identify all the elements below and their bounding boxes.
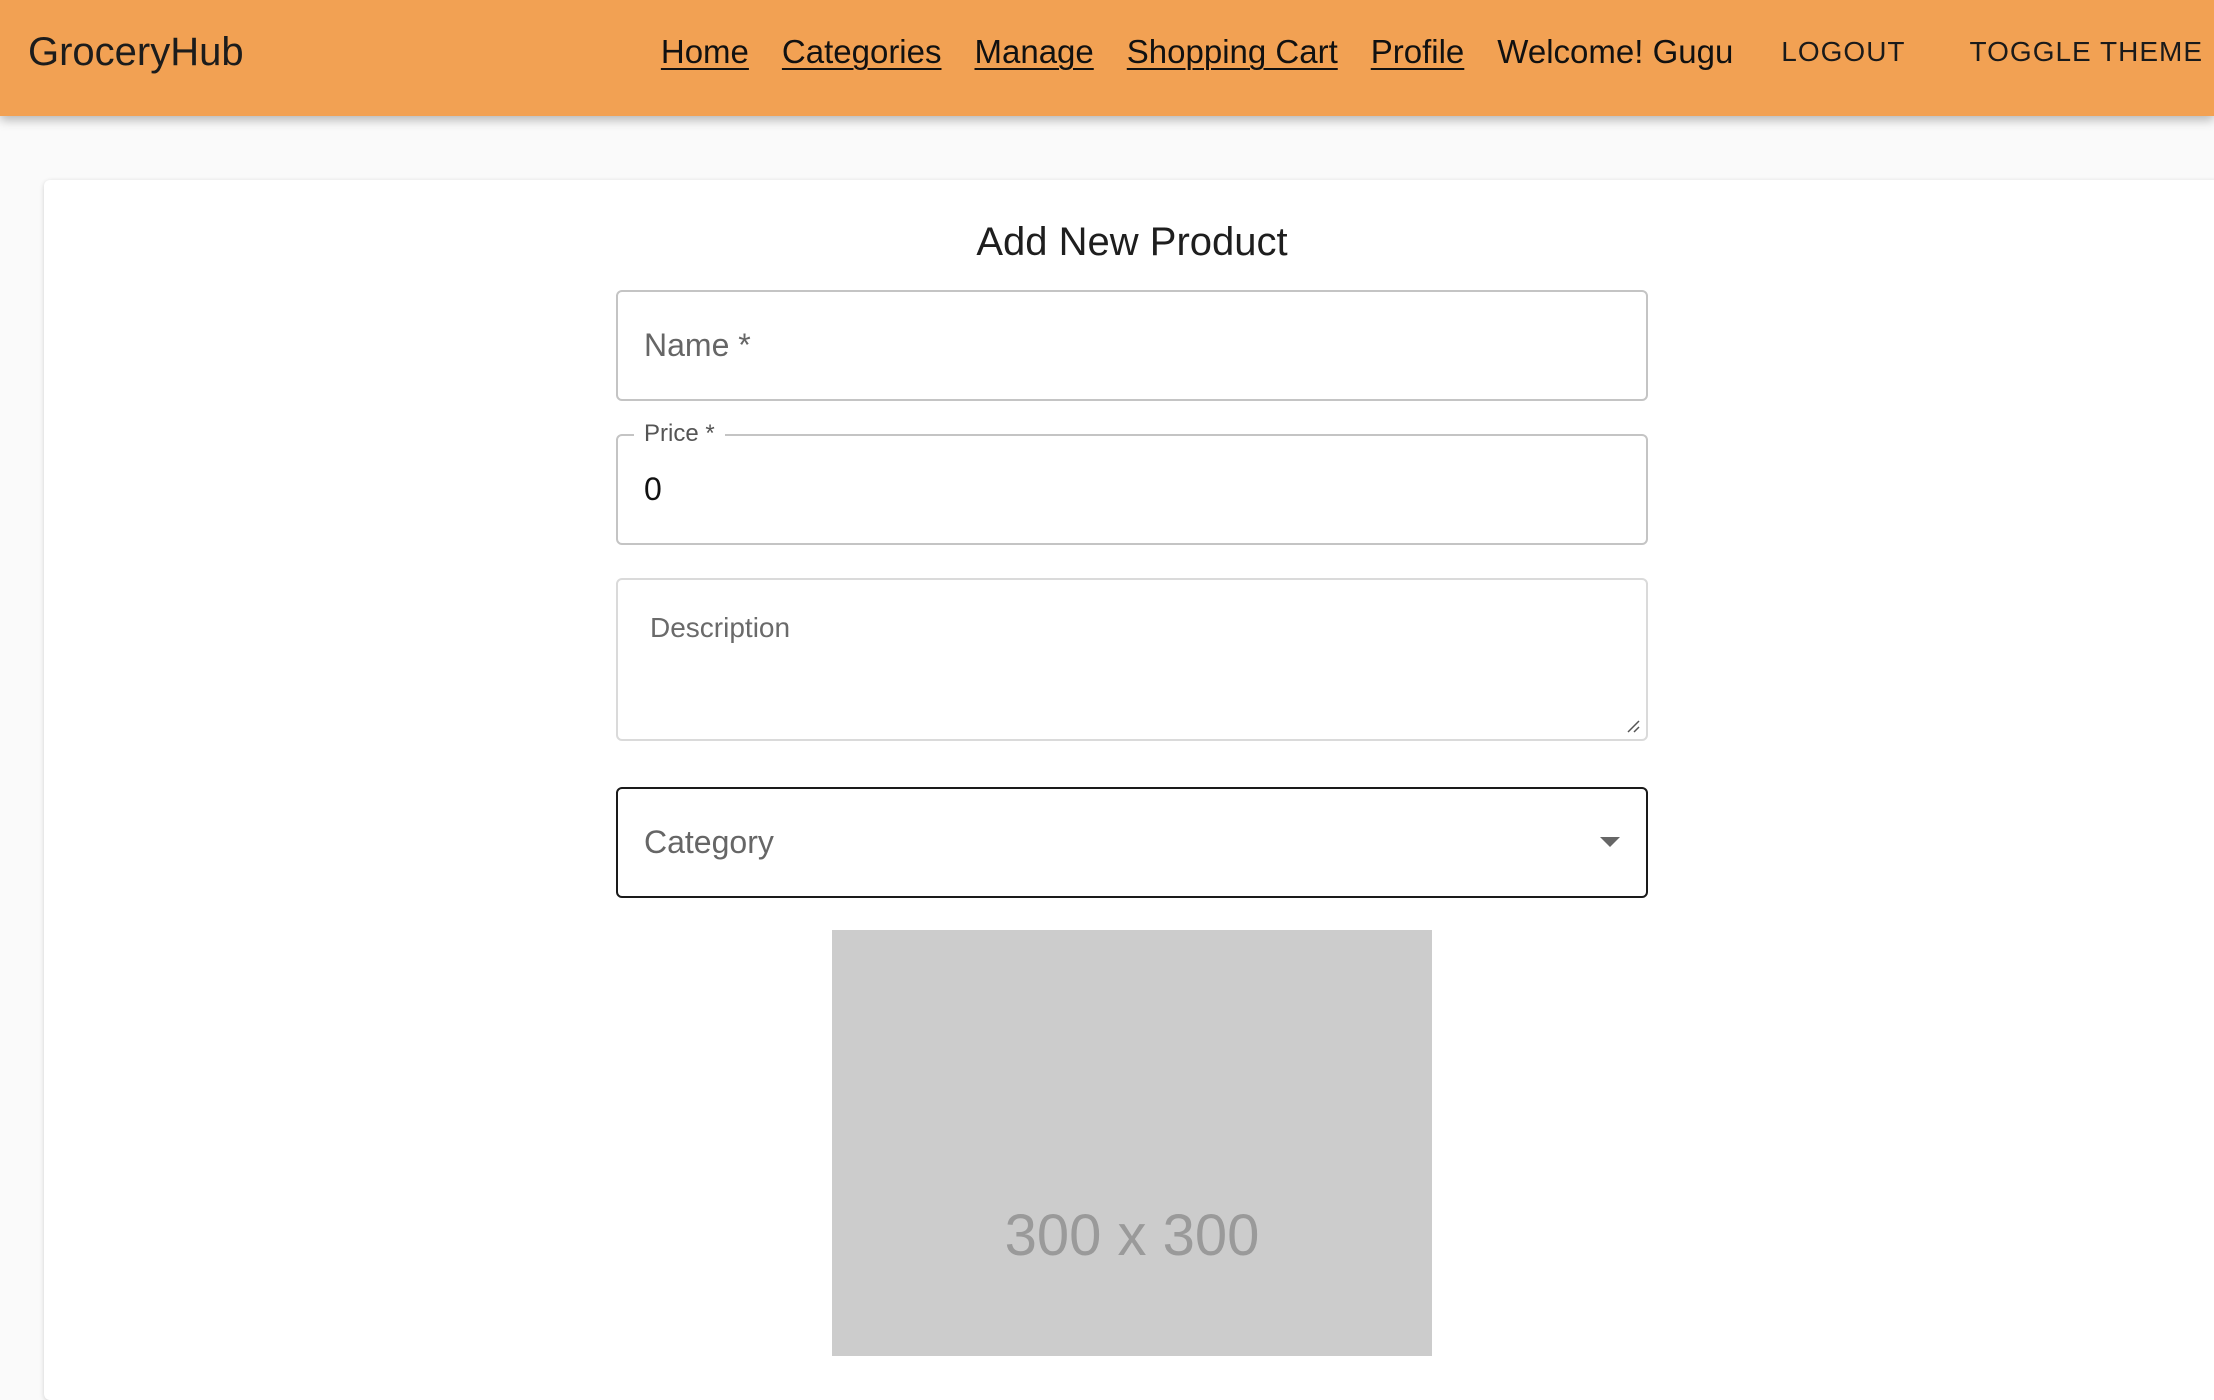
category-placeholder: Category <box>644 824 774 860</box>
price-field[interactable]: Price * 0 <box>616 418 1648 545</box>
name-field[interactable]: Name * <box>616 290 1648 401</box>
nav-profile-link[interactable]: Profile <box>1371 33 1465 71</box>
nav-home-link[interactable]: Home <box>661 33 749 71</box>
welcome-text: Welcome! Gugu <box>1497 33 1734 70</box>
logout-button[interactable]: LOGOUT <box>1781 36 1905 68</box>
name-placeholder: Name * <box>644 327 751 363</box>
nav-shopping-cart-link[interactable]: Shopping Cart <box>1127 33 1338 71</box>
product-image-placeholder: 300 x 300 <box>832 930 1432 1356</box>
category-select[interactable]: Category <box>616 787 1648 898</box>
app-bar: GroceryHub Home Categories Manage Shoppi… <box>0 0 2214 116</box>
price-value: 0 <box>644 471 662 507</box>
nav-manage-link[interactable]: Manage <box>975 33 1094 71</box>
image-placeholder-text: 300 x 300 <box>1004 1203 1260 1268</box>
top-nav: Home Categories Manage Shopping Cart Pro… <box>661 0 2203 104</box>
caret-down-icon <box>1600 837 1620 847</box>
toggle-theme-button[interactable]: TOGGLE THEME <box>1970 36 2203 68</box>
nav-categories-link[interactable]: Categories <box>782 33 942 71</box>
page-title: Add New Product <box>976 220 1288 264</box>
description-placeholder: Description <box>650 612 791 643</box>
description-field[interactable]: Description <box>616 578 1648 741</box>
brand-logo[interactable]: GroceryHub <box>28 0 244 104</box>
resize-handle-icon[interactable] <box>1624 717 1640 733</box>
